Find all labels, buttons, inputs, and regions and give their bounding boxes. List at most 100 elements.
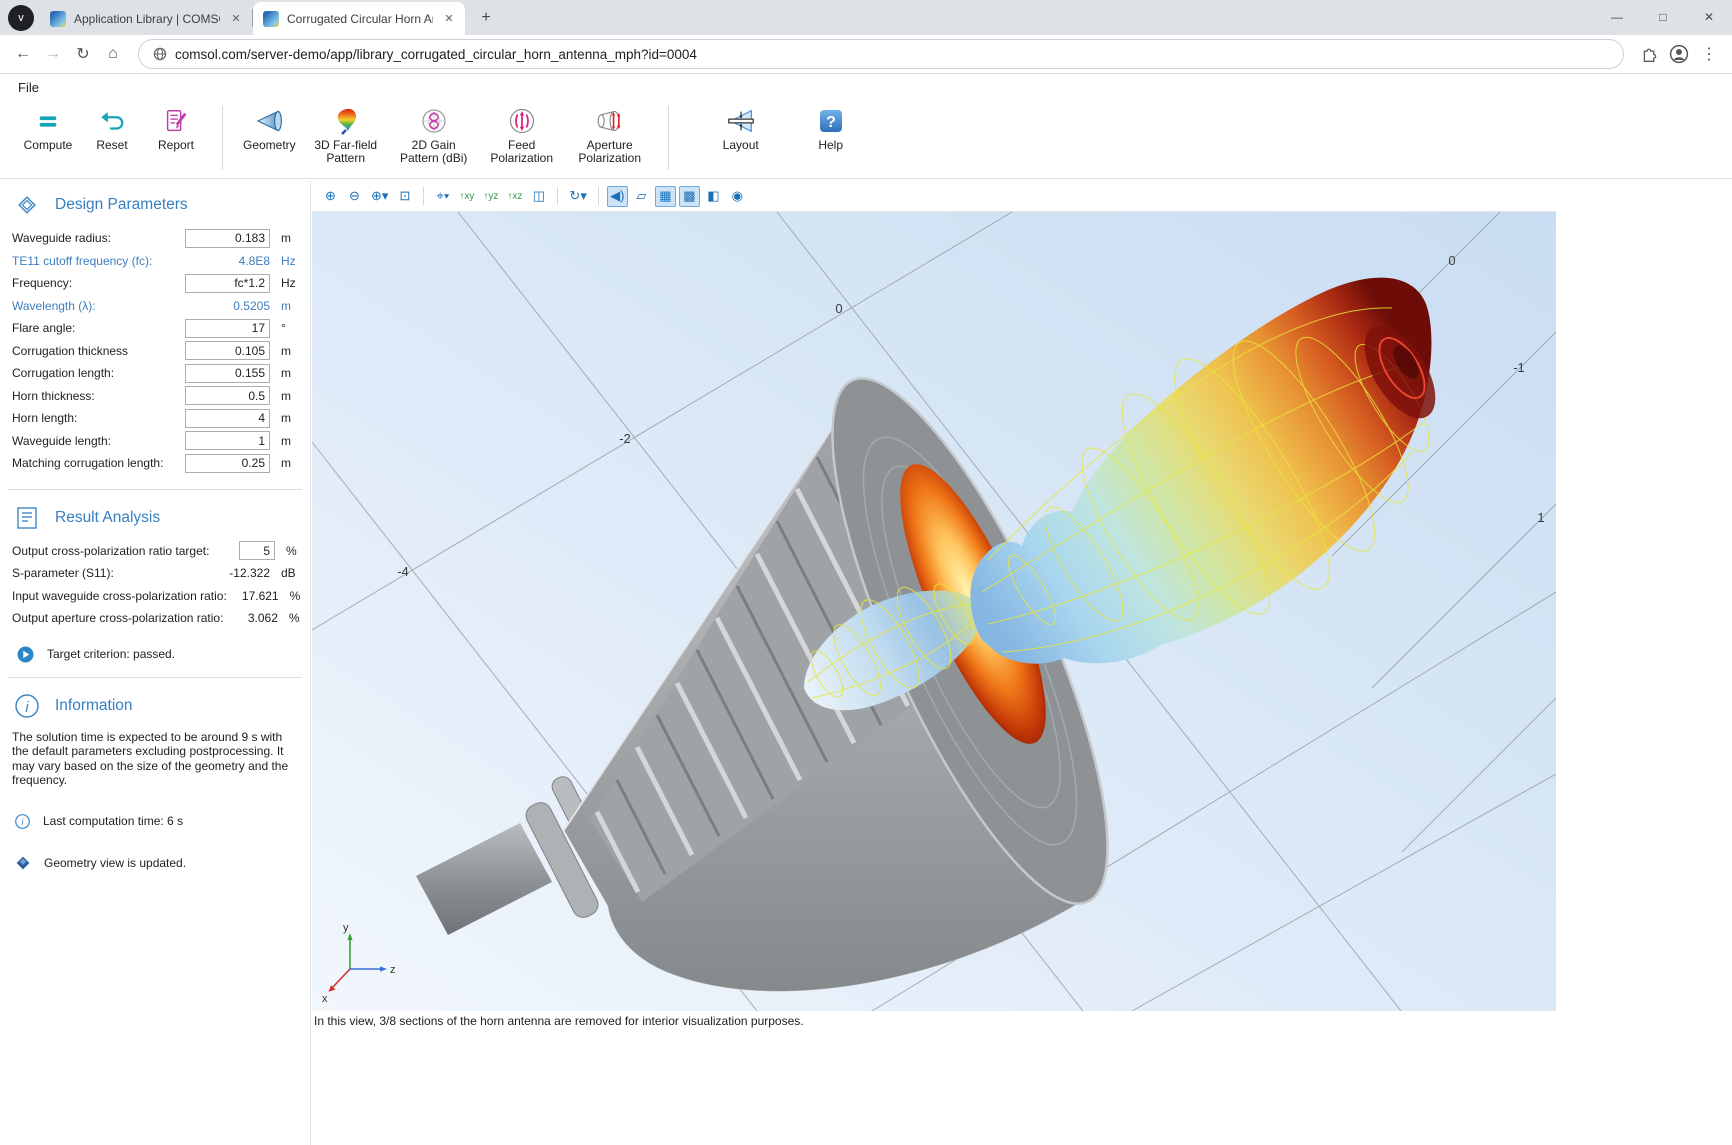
close-icon[interactable]: ✕ bbox=[1686, 0, 1732, 33]
minimize-icon[interactable]: — bbox=[1594, 0, 1640, 33]
site-info-icon[interactable] bbox=[153, 47, 167, 61]
geometry-updated-text: Geometry view is updated. bbox=[44, 856, 186, 870]
help-button[interactable]: ? Help bbox=[799, 102, 863, 154]
view-xz-icon[interactable]: ↑xz bbox=[504, 186, 525, 207]
layout-button[interactable]: Layout bbox=[709, 102, 773, 154]
param-row: Matching corrugation length: m bbox=[0, 452, 310, 475]
view-xy-icon[interactable]: ↑xy bbox=[456, 186, 477, 207]
info-small-icon: i bbox=[15, 814, 30, 829]
3d-scene[interactable]: 0 -2 -4 0 -1 1 y z x bbox=[312, 212, 1556, 1011]
cross-pol-target-input[interactable] bbox=[239, 541, 275, 560]
report-icon bbox=[161, 106, 191, 136]
chevron-down-icon: v bbox=[18, 12, 24, 24]
reset-button[interactable]: Reset bbox=[80, 102, 144, 154]
corrugation-thickness-input[interactable] bbox=[185, 341, 270, 360]
flare-angle-input[interactable] bbox=[185, 319, 270, 338]
geometry-horn-icon bbox=[254, 106, 284, 136]
farfield-3d-button[interactable]: 3D Far-field Pattern bbox=[302, 102, 390, 167]
transparency-toggle-icon[interactable]: ▱ bbox=[631, 186, 652, 207]
result-row: Output cross-polarization ratio target: … bbox=[0, 540, 310, 563]
browser-tab-active[interactable]: Corrugated Circular Horn Anten ✕ bbox=[253, 2, 465, 35]
tab-close-icon[interactable]: ✕ bbox=[228, 11, 244, 27]
aperture-polarization-button[interactable]: Aperture Polarization bbox=[566, 102, 654, 167]
url-bar[interactable]: comsol.com/server-demo/app/library_corru… bbox=[138, 39, 1624, 69]
zoom-box-icon[interactable]: ⊕▾ bbox=[368, 186, 391, 207]
speaker-toggle-icon[interactable]: ◀) bbox=[607, 186, 628, 207]
section-divider bbox=[8, 489, 302, 490]
report-button[interactable]: Report bbox=[144, 102, 208, 154]
3d-viewport[interactable]: 0 -2 -4 0 -1 1 y z x bbox=[312, 212, 1556, 1011]
back-icon[interactable]: ← bbox=[8, 39, 38, 69]
profile-avatar-icon[interactable] bbox=[1664, 39, 1694, 69]
result-analysis-icon bbox=[14, 505, 40, 531]
toolbar-separator bbox=[423, 187, 424, 205]
grid-toggle-icon[interactable]: ▦ bbox=[655, 186, 676, 207]
geometry-updated-icon bbox=[15, 855, 31, 871]
section-title: Design Parameters bbox=[55, 196, 188, 214]
comsol-favicon bbox=[50, 11, 66, 27]
menu-icon[interactable]: ⋮ bbox=[1694, 39, 1724, 69]
information-icon: i bbox=[14, 693, 40, 719]
image-export-icon[interactable]: ◫ bbox=[528, 186, 549, 207]
browser-tab-inactive[interactable]: Application Library | COMSOL S ✕ bbox=[40, 2, 252, 35]
te11-cutoff-value: 4.8E8 bbox=[185, 254, 270, 268]
window-controls: — □ ✕ bbox=[1594, 0, 1732, 35]
svg-text:0: 0 bbox=[1448, 253, 1455, 268]
geometry-button[interactable]: Geometry bbox=[237, 102, 302, 154]
result-row: Output aperture cross-polarization ratio… bbox=[0, 607, 310, 630]
frequency-input[interactable] bbox=[185, 274, 270, 293]
tab-close-icon[interactable]: ✕ bbox=[441, 11, 457, 27]
param-row: Frequency: Hz bbox=[0, 272, 310, 295]
toolbar-separator bbox=[598, 187, 599, 205]
farfield-3d-icon bbox=[331, 106, 361, 136]
maximize-icon[interactable]: □ bbox=[1640, 0, 1686, 33]
triad-z-label: z bbox=[390, 964, 396, 976]
horn-length-input[interactable] bbox=[185, 409, 270, 428]
forward-icon[interactable]: → bbox=[38, 39, 68, 69]
layout-icon bbox=[726, 106, 756, 136]
corrugation-length-input[interactable] bbox=[185, 364, 270, 383]
tab-search-button[interactable]: v bbox=[8, 5, 34, 31]
reload-icon[interactable]: ↻ bbox=[68, 39, 98, 69]
browser-tab-strip: v Application Library | COMSOL S ✕ Corru… bbox=[0, 0, 1732, 35]
default-view-icon[interactable]: ⌖▾ bbox=[432, 186, 453, 207]
information-header: i Information bbox=[0, 690, 310, 722]
design-parameters-header: Design Parameters bbox=[0, 189, 310, 221]
ribbon-separator bbox=[222, 106, 223, 170]
zoom-out-icon[interactable]: ⊖ bbox=[344, 186, 365, 207]
app-menubar: File bbox=[0, 74, 1732, 100]
result-row: Input waveguide cross-polarization ratio… bbox=[0, 585, 310, 608]
section-divider bbox=[8, 677, 302, 678]
matching-corrugation-length-input[interactable] bbox=[185, 454, 270, 473]
gain-2d-icon bbox=[419, 106, 449, 136]
settings-panel: Design Parameters Waveguide radius: m TE… bbox=[0, 181, 311, 1145]
comsol-favicon bbox=[263, 11, 279, 27]
svg-text:i: i bbox=[22, 817, 25, 827]
param-row: Horn length: m bbox=[0, 407, 310, 430]
home-icon[interactable]: ⌂ bbox=[98, 39, 128, 69]
design-parameters-icon bbox=[14, 192, 40, 218]
new-tab-button[interactable]: + bbox=[473, 5, 499, 31]
screenshot-icon[interactable]: ◉ bbox=[727, 186, 748, 207]
waveguide-radius-input[interactable] bbox=[185, 229, 270, 248]
reset-icon bbox=[97, 106, 127, 136]
section-title: Result Analysis bbox=[55, 509, 160, 527]
input-cross-pol-value: 17.621 bbox=[227, 589, 279, 603]
scene-light-toggle-icon[interactable]: ▩ bbox=[679, 186, 700, 207]
ribbon-separator bbox=[668, 106, 669, 170]
rotate-view-icon[interactable]: ↻▾ bbox=[566, 186, 589, 207]
horn-thickness-input[interactable] bbox=[185, 386, 270, 405]
last-computation-text: Last computation time: 6 s bbox=[43, 814, 183, 828]
zoom-in-icon[interactable]: ⊕ bbox=[320, 186, 341, 207]
param-row: Waveguide length: m bbox=[0, 430, 310, 453]
zoom-extents-icon[interactable]: ⊡ bbox=[394, 186, 415, 207]
compute-button[interactable]: Compute bbox=[16, 102, 80, 154]
feed-polarization-button[interactable]: Feed Polarization bbox=[478, 102, 566, 167]
view-yz-icon[interactable]: ↑yz bbox=[480, 186, 501, 207]
extensions-icon[interactable] bbox=[1634, 39, 1664, 69]
waveguide-length-input[interactable] bbox=[185, 431, 270, 450]
param-row: Waveguide radius: m bbox=[0, 227, 310, 250]
contrast-toggle-icon[interactable]: ◧ bbox=[703, 186, 724, 207]
gain-2d-button[interactable]: 2D Gain Pattern (dBi) bbox=[390, 102, 478, 167]
file-menu[interactable]: File bbox=[12, 78, 45, 97]
